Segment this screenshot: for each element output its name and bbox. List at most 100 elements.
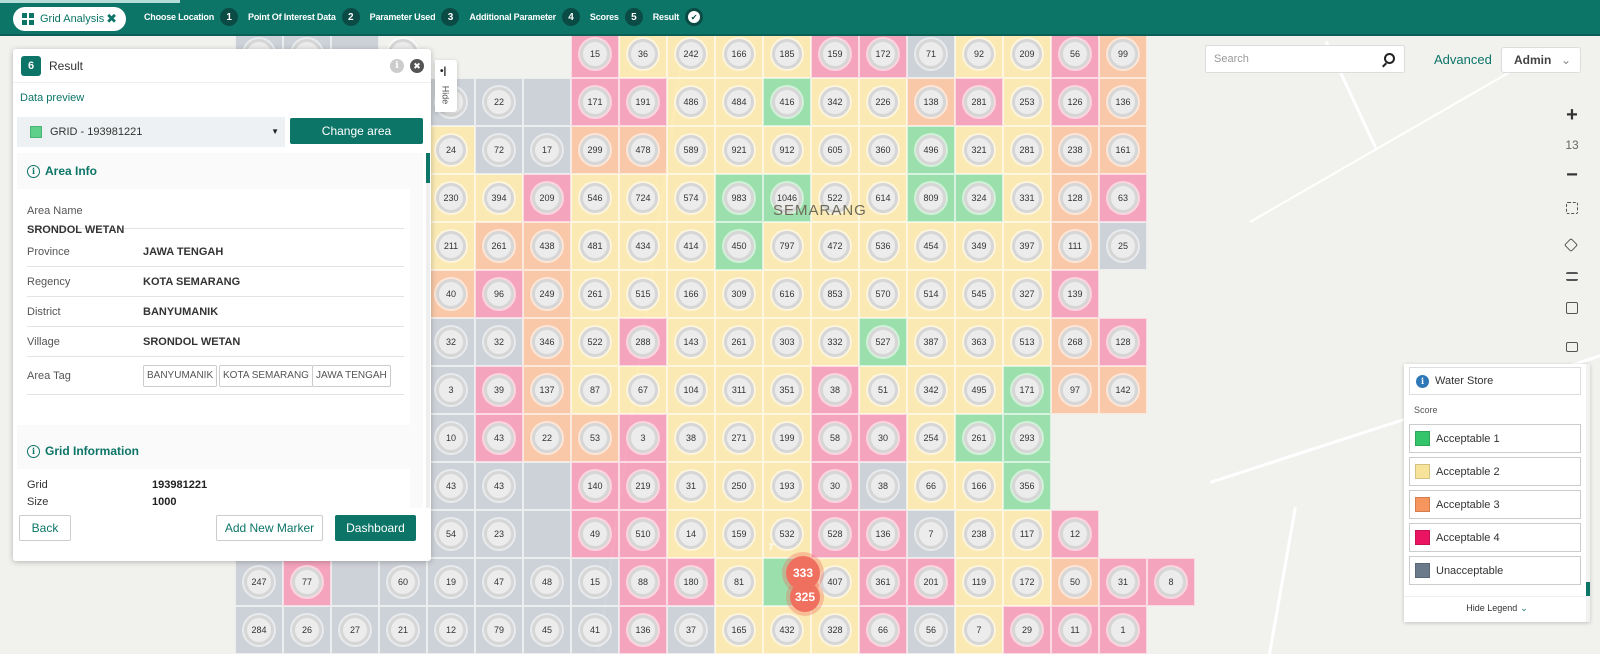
poi-count-marker[interactable]: 363: [964, 327, 994, 357]
poi-count-marker[interactable]: 60: [388, 567, 418, 597]
grid-cell[interactable]: 394: [475, 174, 523, 222]
grid-cell[interactable]: 137: [523, 366, 571, 414]
poi-count-marker[interactable]: 53: [580, 423, 610, 453]
poi-count-marker[interactable]: 165: [724, 615, 754, 645]
poi-count-marker[interactable]: 293: [1012, 423, 1042, 453]
grid-cell[interactable]: [1051, 414, 1099, 462]
grid-cell[interactable]: 242: [667, 36, 715, 78]
grid-cell[interactable]: 288: [619, 318, 667, 366]
panel-scroll-area[interactable]: i Area Info Area Name SRONDOL WETAN Provi…: [17, 153, 423, 508]
poi-count-marker[interactable]: 56: [916, 615, 946, 645]
grid-cell[interactable]: 1: [1099, 606, 1147, 654]
grid-cell[interactable]: 327: [1003, 270, 1051, 318]
grid-cell[interactable]: 54: [427, 510, 475, 558]
grid-cell[interactable]: 63: [1099, 174, 1147, 222]
grid-cell[interactable]: 43: [475, 462, 523, 510]
grid-cell[interactable]: 303: [763, 318, 811, 366]
poi-count-marker[interactable]: 219: [628, 471, 658, 501]
grid-cell[interactable]: 293: [1003, 414, 1051, 462]
grid-cell[interactable]: 24: [427, 126, 475, 174]
grid-cell[interactable]: 515: [619, 270, 667, 318]
poi-count-marker[interactable]: 238: [1060, 135, 1090, 165]
grid-cell[interactable]: [523, 36, 571, 78]
poi-count-marker[interactable]: 309: [724, 279, 754, 309]
poi-count-marker[interactable]: 66: [916, 471, 946, 501]
grid-cell[interactable]: 546: [571, 174, 619, 222]
grid-cell[interactable]: 17: [523, 126, 571, 174]
grid-cell[interactable]: 159: [715, 510, 763, 558]
poi-count-marker[interactable]: 324: [964, 183, 994, 213]
poi-count-marker[interactable]: 1: [1108, 615, 1138, 645]
grid-cell[interactable]: 522: [571, 318, 619, 366]
grid-cell[interactable]: 309: [715, 270, 763, 318]
grid-cell[interactable]: 30: [811, 462, 859, 510]
poi-count-marker[interactable]: 281: [964, 87, 994, 117]
poi-count-marker[interactable]: 10: [436, 423, 466, 453]
grid-cell[interactable]: 201: [907, 558, 955, 606]
poi-count-marker[interactable]: 349: [964, 231, 994, 261]
poi-count-marker[interactable]: 96: [484, 279, 514, 309]
grid-cell[interactable]: 139: [1051, 270, 1099, 318]
grid-cell[interactable]: 797: [763, 222, 811, 270]
grid-cell[interactable]: 281: [1003, 126, 1051, 174]
poi-count-marker[interactable]: 351: [772, 375, 802, 405]
grid-cell[interactable]: 11: [1051, 606, 1099, 654]
poi-count-marker[interactable]: 171: [1012, 375, 1042, 405]
grid-cell[interactable]: 912: [763, 126, 811, 174]
grid-cell[interactable]: [1147, 606, 1195, 654]
poi-count-marker[interactable]: 49: [580, 519, 610, 549]
grid-cell[interactable]: 39: [475, 366, 523, 414]
poi-count-marker[interactable]: 3: [628, 423, 658, 453]
grid-cell[interactable]: 253: [1003, 78, 1051, 126]
grid-cell[interactable]: 324: [955, 174, 1003, 222]
poi-count-marker[interactable]: 88: [628, 567, 658, 597]
grid-cell[interactable]: 809: [907, 174, 955, 222]
poi-count-marker[interactable]: 30: [868, 423, 898, 453]
grid-cell[interactable]: 321: [955, 126, 1003, 174]
poi-count-marker[interactable]: 36: [628, 39, 658, 69]
grid-cell[interactable]: 38: [859, 462, 907, 510]
poi-count-marker[interactable]: 271: [724, 423, 754, 453]
poi-count-marker[interactable]: 104: [676, 375, 706, 405]
grid-cell[interactable]: [523, 462, 571, 510]
grid-cell[interactable]: 117: [1003, 510, 1051, 558]
poi-count-marker[interactable]: 37: [676, 615, 706, 645]
filter-icon[interactable]: [1566, 272, 1578, 281]
poi-count-marker[interactable]: 137: [532, 375, 562, 405]
poi-count-marker[interactable]: 66: [868, 615, 898, 645]
grid-cell[interactable]: 27: [331, 606, 379, 654]
grid-cell[interactable]: 284: [235, 606, 283, 654]
grid-cell[interactable]: 50: [1051, 558, 1099, 606]
grid-cell[interactable]: 209: [523, 174, 571, 222]
poi-count-marker[interactable]: 434: [628, 231, 658, 261]
poi-count-marker[interactable]: 478: [628, 135, 658, 165]
grid-cell[interactable]: 514: [907, 270, 955, 318]
poi-count-marker[interactable]: 250: [724, 471, 754, 501]
poi-count-marker[interactable]: 7: [916, 519, 946, 549]
info-icon[interactable]: i: [390, 59, 404, 73]
poi-count-marker[interactable]: 7: [964, 615, 994, 645]
grid-cell[interactable]: 570: [859, 270, 907, 318]
grid-cell[interactable]: 36: [619, 36, 667, 78]
grid-cell[interactable]: 261: [571, 270, 619, 318]
grid-cell[interactable]: 481: [571, 222, 619, 270]
grid-cell[interactable]: 66: [907, 462, 955, 510]
grid-cell[interactable]: 119: [955, 558, 1003, 606]
grid-cell[interactable]: 191: [619, 78, 667, 126]
folder-icon[interactable]: [1566, 342, 1578, 352]
grid-cell[interactable]: 26: [283, 606, 331, 654]
grid-cell[interactable]: 92: [955, 36, 1003, 78]
grid-cell[interactable]: 128: [1051, 174, 1099, 222]
grid-cell[interactable]: 230: [427, 174, 475, 222]
grid-cell[interactable]: 66: [859, 606, 907, 654]
grid-cell[interactable]: 510: [619, 510, 667, 558]
poi-count-marker[interactable]: 3: [436, 375, 466, 405]
grid-cell[interactable]: 513: [1003, 318, 1051, 366]
change-area-button[interactable]: Change area: [290, 118, 423, 144]
grid-cell[interactable]: 432: [763, 606, 811, 654]
poi-count-marker[interactable]: 303: [772, 327, 802, 357]
grid-cell[interactable]: 589: [667, 126, 715, 174]
poi-count-marker[interactable]: 484: [724, 87, 754, 117]
poi-count-marker[interactable]: 614: [868, 183, 898, 213]
copy-icon[interactable]: [1566, 302, 1578, 314]
